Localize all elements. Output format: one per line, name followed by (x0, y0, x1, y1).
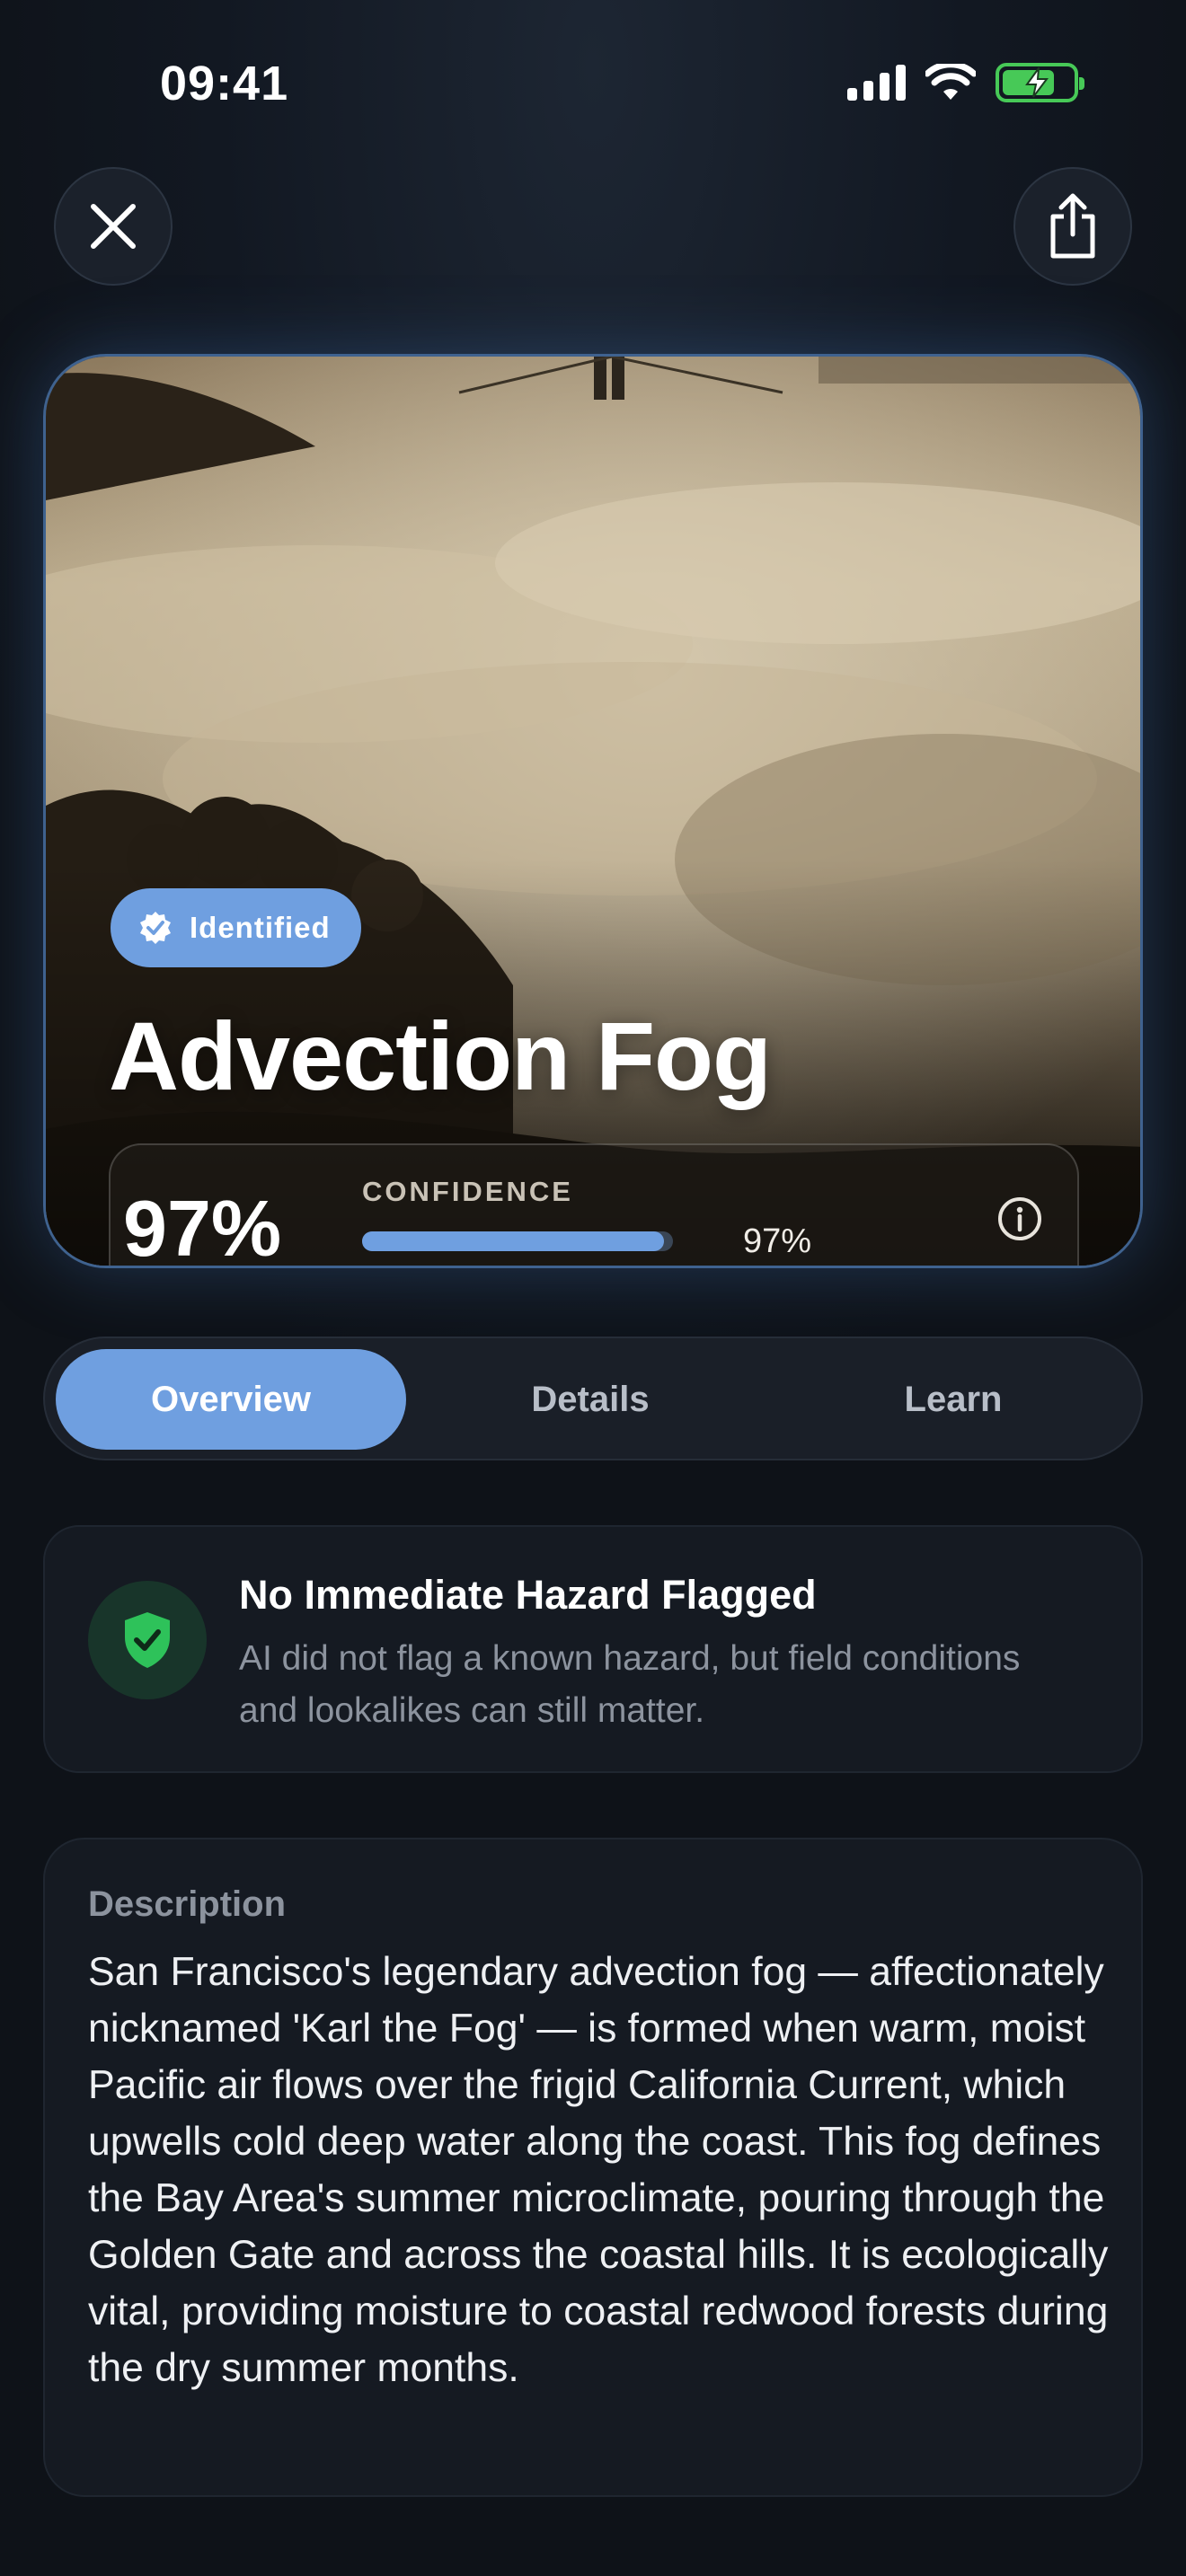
segmented-tabs: Overview Details Learn (43, 1337, 1143, 1460)
status-icons (847, 63, 1084, 102)
fog-photo (46, 357, 1140, 1266)
description-body: San Francisco's legendary advection fog … (88, 1950, 1109, 2390)
shield-check-icon (125, 1612, 170, 1668)
cellular-signal-icon (847, 65, 906, 101)
tab-details[interactable]: Details (415, 1349, 766, 1450)
verified-check-icon (140, 912, 171, 944)
hero-card: Identified Advection Fog 97% CONFIDENCE … (43, 354, 1143, 1268)
share-button[interactable] (1013, 167, 1132, 286)
confidence-secondary: 97% (743, 1222, 812, 1260)
share-icon (1050, 193, 1095, 259)
wifi-icon (925, 64, 976, 100)
confidence-value: 97% (123, 1184, 282, 1268)
confidence-label: CONFIDENCE (362, 1176, 573, 1207)
close-icon (91, 204, 136, 249)
info-icon[interactable] (996, 1195, 1043, 1242)
hazard-text: AI did not flag a known hazard, but fiel… (239, 1639, 1021, 1730)
tab-overview[interactable]: Overview (56, 1349, 406, 1450)
confidence-bar-fill (362, 1231, 664, 1251)
description-label: Description (88, 1884, 287, 1924)
hazard-icon-container (88, 1581, 207, 1699)
hazard-card: No Immediate Hazard Flagged AI did not f… (43, 1525, 1143, 1773)
description-card: Description San Francisco's legendary ad… (43, 1838, 1143, 2497)
tab-learn[interactable]: Learn (778, 1349, 1128, 1450)
close-button[interactable] (54, 167, 173, 286)
species-title: Advection Fog (109, 1001, 772, 1110)
status-time: 09:41 (160, 57, 289, 110)
battery-icon (996, 63, 1084, 102)
identified-badge: Identified (111, 888, 361, 967)
badge-label: Identified (190, 911, 331, 944)
confidence-bar (362, 1231, 673, 1251)
hazard-title: No Immediate Hazard Flagged (239, 1572, 817, 1618)
